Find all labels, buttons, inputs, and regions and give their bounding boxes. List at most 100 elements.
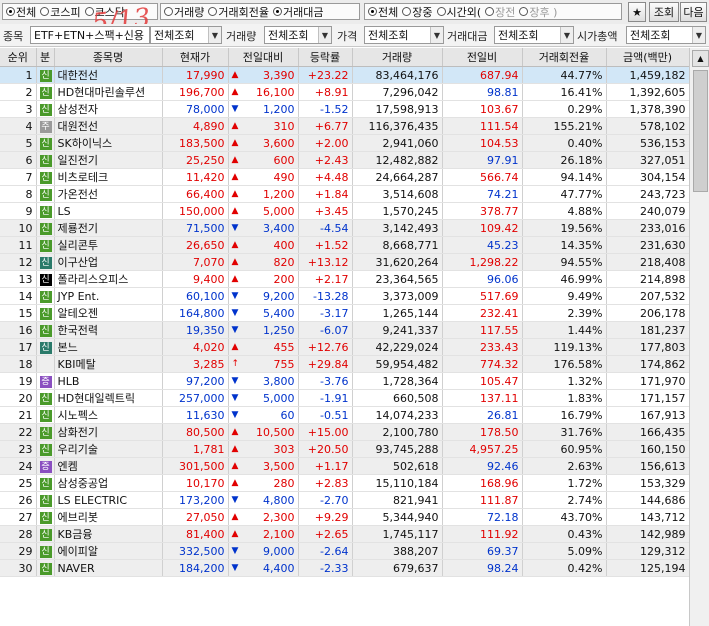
credit-badge-icon: 신 [39, 222, 52, 235]
radio-option[interactable]: 시간외( [436, 4, 481, 20]
turnover-cell: 2.39% [522, 304, 607, 322]
up-triangle-icon: ▲ [231, 478, 239, 488]
change-value: 9,200 [263, 289, 295, 303]
turnover-cell: 0.43% [522, 525, 607, 543]
radio-option[interactable]: 장후 ) [519, 4, 557, 20]
column-header[interactable]: 종목명 [54, 48, 163, 67]
radio-option[interactable]: 거래량 [164, 4, 204, 20]
column-header[interactable]: 금액(백만) [606, 48, 690, 67]
table-row[interactable]: 7 신 비츠로테크 11,420 ▲ 490 +4.48 24,664,287 566.74 94… [0, 168, 690, 186]
table-row[interactable]: 10 신 제룡전기 71,500 ▼ 3,400 -4.54 3,142,493 109.42 1… [0, 219, 690, 237]
radio-option[interactable]: 전체 [6, 4, 36, 20]
turnover-cell: 60.95% [522, 440, 607, 458]
table-row[interactable]: 8 신 가온전선 66,400 ▲ 1,200 +1.84 3,514,608 74.21 47.… [0, 185, 690, 203]
pin-button[interactable]: ★ [628, 2, 646, 22]
table-row[interactable]: 21 신 시노펙스 11,630 ▼ 60 -0.51 14,074,233 26.81 16.7… [0, 406, 690, 424]
column-header[interactable]: 전일대비 [228, 48, 299, 67]
search-button[interactable]: 조회 [649, 2, 679, 22]
radio-option[interactable]: 전체 [368, 4, 398, 20]
radio-option[interactable]: 코스닥 [84, 4, 125, 20]
change-cell: ▲ 400 [228, 236, 299, 254]
credit-badge-icon: 신 [39, 477, 52, 490]
radio-option[interactable]: 장전 [485, 4, 515, 20]
volume-filter-select[interactable]: 전체조회 ▼ [264, 26, 332, 44]
stock-filter-select[interactable]: ETF+ETN+스팩+신용 [30, 26, 150, 44]
credit-filter-select[interactable]: 전체조회 ▼ [150, 26, 222, 44]
price-cell: 25,250 [162, 151, 229, 169]
prev-ratio-cell: 517.69 [442, 287, 523, 305]
table-row[interactable]: 6 신 일진전기 25,250 ▲ 600 +2.43 12,482,882 97.91 26.1… [0, 151, 690, 169]
table-row[interactable]: 9 신 LS 150,000 ▲ 5,000 +3.45 1,570,245 378.77 4.8… [0, 202, 690, 220]
dropdown-arrow-icon: ▼ [430, 27, 443, 43]
table-row[interactable]: 17 신 본느 4,020 ▲ 455 +12.76 42,229,024 233.43 119.… [0, 338, 690, 356]
table-row[interactable]: 3 신 삼성전자 78,000 ▼ 1,200 -1.52 17,598,913 103.67 0… [0, 100, 690, 118]
radio-option[interactable]: 거래회전율 [208, 4, 269, 20]
table-row[interactable]: 16 신 한국전력 19,350 ▼ 1,250 -6.07 9,241,337 117.55 1… [0, 321, 690, 339]
table-row[interactable]: 19 증 HLB 97,200 ▼ 3,800 -3.76 1,728,364 105.47 1.… [0, 372, 690, 390]
change-value: 755 [273, 357, 295, 371]
prev-ratio-cell: 687.94 [442, 66, 523, 84]
amount-filter-select[interactable]: 전체조회 ▼ [494, 26, 574, 44]
table-row[interactable]: 13 신 폴라리스오피스 9,400 ▲ 200 +2.17 23,364,565 96.06 4… [0, 270, 690, 288]
vertical-scrollbar[interactable]: ▲ [689, 48, 709, 626]
table-row[interactable]: 26 신 LS ELECTRIC 173,200 ▼ 4,800 -2.70 821,941 1… [0, 491, 690, 509]
mcap-filter-select[interactable]: 전체조회 ▼ [626, 26, 706, 44]
up-triangle-icon: ▲ [231, 121, 239, 131]
table-row[interactable]: 25 신 삼성중공업 10,170 ▲ 280 +2.83 15,110,184 168.96 1… [0, 474, 690, 492]
table-row[interactable]: 30 신 NAVER 184,200 ▼ 4,400 -2.33 679,637 98.24 0.… [0, 559, 690, 577]
volume-cell: 14,074,233 [352, 406, 443, 424]
table-row[interactable]: 1 신 대한전선 17,990 ▲ 3,390 +23.22 83,464,176 687.94… [0, 66, 690, 84]
table-row[interactable]: 22 신 삼화전기 80,500 ▲ 10,500 +15.00 2,100,780 178.5… [0, 423, 690, 441]
scroll-up-icon[interactable]: ▲ [692, 50, 709, 67]
change-value: 5,000 [263, 391, 295, 405]
table-row[interactable]: 27 신 에브리봇 27,050 ▲ 2,300 +9.29 5,344,940 72.18 43… [0, 508, 690, 526]
credit-badge-icon: 신 [39, 528, 52, 541]
column-header[interactable]: 순위 [0, 48, 37, 67]
table-row[interactable]: 11 신 실리콘투 26,650 ▲ 400 +1.52 8,668,771 45.23 14.3… [0, 236, 690, 254]
rank-cell: 7 [0, 168, 37, 186]
turnover-cell: 2.74% [522, 491, 607, 509]
volume-cell: 42,229,024 [352, 338, 443, 356]
table-row[interactable]: 2 신 HD현대마린솔루션 196,700 ▲ 16,100 +8.91 7,296,042 9… [0, 83, 690, 101]
radio-option[interactable]: 코스피 [40, 4, 81, 20]
column-header[interactable]: 현재가 [162, 48, 229, 67]
turnover-cell: 5.09% [522, 542, 607, 560]
price-filter-select[interactable]: 전체조회 ▼ [364, 26, 444, 44]
table-row[interactable]: 5 신 SK하이닉스 183,500 ▲ 3,600 +2.00 2,941,060 104.5… [0, 134, 690, 152]
change-cell: ▼ 9,000 [228, 542, 299, 560]
price-cell: 7,070 [162, 253, 229, 271]
scroll-thumb[interactable] [693, 70, 708, 192]
column-header[interactable]: 거래회전율 [522, 48, 607, 67]
table-row[interactable]: 28 신 KB금융 81,400 ▲ 2,100 +2.65 1,745,117 111.92 0… [0, 525, 690, 543]
amount-cell: 171,157 [606, 389, 690, 407]
table-row[interactable]: 12 신 이구산업 7,070 ▲ 820 +13.12 31,620,264 1,298.22… [0, 253, 690, 271]
change-value: 60 [280, 408, 295, 422]
table-row[interactable]: 18 KBI메탈 3,285 ↑ 755 +29.84 59,954,482 774.32 17… [0, 355, 690, 373]
table-row[interactable]: 24 증 엔켐 301,500 ▲ 3,500 +1.17 502,618 92.46 2.63%… [0, 457, 690, 475]
price-cell: 301,500 [162, 457, 229, 475]
down-triangle-icon: ▼ [231, 104, 239, 114]
table-row[interactable]: 15 신 알테오젠 164,800 ▼ 5,400 -3.17 1,265,144 232.41… [0, 304, 690, 322]
change-value: 3,800 [263, 374, 295, 388]
table-row[interactable]: 14 신 JYP Ent. 60,100 ▼ 9,200 -13.28 3,373,009 51… [0, 287, 690, 305]
credit-badge-icon: 신 [39, 426, 52, 439]
table-row[interactable]: 23 신 우리기술 1,781 ▲ 303 +20.50 93,745,288 4,957.25… [0, 440, 690, 458]
change-cell: ▲ 3,500 [228, 457, 299, 475]
table-row[interactable]: 4 주 대원전선 4,890 ▲ 310 +6.77 116,376,435 111.54 155… [0, 117, 690, 135]
rank-cell: 5 [0, 134, 37, 152]
prev-ratio-cell: 168.96 [442, 474, 523, 492]
table-row[interactable]: 20 신 HD현대일렉트릭 257,000 ▼ 5,000 -1.91 660,508 137.… [0, 389, 690, 407]
volume-cell: 93,745,288 [352, 440, 443, 458]
column-header[interactable]: 거래량 [352, 48, 443, 67]
column-header[interactable]: 분 [36, 48, 55, 67]
price-cell: 78,000 [162, 100, 229, 118]
volume-cell: 660,508 [352, 389, 443, 407]
down-triangle-icon: ▼ [231, 308, 239, 318]
up-triangle-icon: ▲ [231, 461, 239, 471]
radio-option[interactable]: 장중 [402, 4, 433, 20]
table-row[interactable]: 29 신 에이피알 332,500 ▼ 9,000 -2.64 388,207 69.37 5.0… [0, 542, 690, 560]
next-button[interactable]: 다음 [680, 2, 707, 22]
column-header[interactable]: 등락률 [298, 48, 353, 67]
radio-option[interactable]: 거래대금 [272, 4, 323, 20]
column-header[interactable]: 전일비 [442, 48, 523, 67]
